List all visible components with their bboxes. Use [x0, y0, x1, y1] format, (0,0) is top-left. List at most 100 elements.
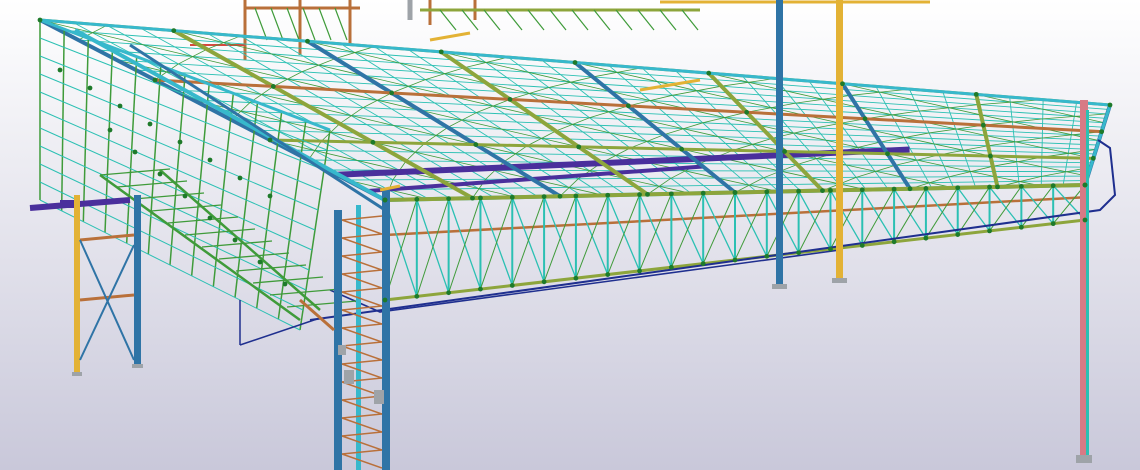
connection-node — [995, 184, 1000, 190]
connection-node — [509, 194, 515, 200]
connection-node — [796, 188, 802, 194]
tower-column[interactable] — [382, 190, 390, 470]
connection-node — [414, 293, 420, 299]
connection-node — [37, 17, 43, 23]
connection-node — [389, 90, 395, 96]
structure-3d-view[interactable] — [0, 0, 1140, 470]
column-orange[interactable] — [836, 0, 843, 282]
connection-node — [182, 193, 188, 199]
connection-node — [576, 144, 582, 150]
connection-node — [744, 109, 750, 115]
column-orange[interactable] — [74, 195, 80, 375]
connection-node — [645, 191, 650, 197]
model-viewport[interactable] — [0, 0, 1140, 470]
connection-node — [509, 283, 515, 288]
connection-node — [382, 197, 388, 203]
connection-node — [1090, 155, 1096, 161]
connection-node — [107, 127, 113, 133]
connection-node — [157, 171, 163, 177]
connection-node — [987, 228, 992, 234]
connection-node — [764, 189, 770, 195]
base-plate[interactable] — [832, 278, 847, 283]
connection-node — [923, 186, 929, 191]
connection-node — [764, 253, 770, 259]
connection-node — [782, 149, 787, 154]
connection-node — [796, 250, 802, 256]
tower-plate[interactable] — [374, 390, 384, 404]
connection-node — [732, 190, 738, 195]
connection-node — [980, 122, 986, 128]
connection-node — [891, 239, 897, 245]
connection-node — [668, 264, 674, 270]
connection-node — [470, 195, 475, 201]
connection-node — [700, 190, 706, 196]
connection-node — [541, 194, 547, 199]
connection-node — [973, 91, 979, 97]
connection-node — [177, 139, 183, 145]
connection-node — [438, 49, 444, 55]
connection-node — [267, 137, 273, 143]
base-plate[interactable] — [772, 284, 787, 289]
connection-node — [732, 257, 738, 263]
tower-column[interactable] — [334, 210, 342, 470]
connection-node — [557, 193, 563, 199]
connection-node — [1050, 183, 1056, 189]
connection-node — [147, 121, 153, 127]
connection-node — [478, 195, 483, 201]
base-plate[interactable] — [72, 372, 82, 376]
connection-node — [828, 188, 833, 193]
connection-node — [572, 60, 578, 65]
tower-plate[interactable] — [344, 370, 354, 384]
connection-node — [478, 286, 483, 292]
connection-node — [414, 196, 420, 202]
connection-node — [270, 84, 276, 89]
base-plate[interactable] — [1076, 455, 1092, 463]
connection-node — [117, 103, 123, 109]
connection-node — [679, 146, 685, 152]
connection-node — [267, 193, 273, 199]
connection-node — [1018, 183, 1024, 189]
connection-node — [370, 139, 376, 145]
connection-node — [1050, 221, 1056, 227]
connection-node — [605, 272, 611, 277]
connection-node — [859, 243, 865, 248]
connection-node — [840, 81, 845, 87]
connection-node — [907, 186, 913, 192]
connection-node — [1099, 129, 1105, 135]
connection-node — [955, 185, 961, 191]
connection-node — [706, 70, 712, 76]
column-blue[interactable] — [776, 0, 783, 288]
column-pink-flange[interactable] — [1086, 110, 1089, 460]
connection-node — [1018, 224, 1024, 230]
connection-node — [1082, 182, 1088, 188]
connection-node — [859, 187, 865, 193]
connection-node — [820, 188, 825, 194]
connection-node — [446, 290, 452, 296]
connection-node — [232, 237, 238, 243]
connection-node — [625, 103, 631, 109]
connection-node — [700, 261, 706, 267]
tower-plate[interactable] — [338, 345, 346, 355]
connection-node — [637, 192, 642, 197]
connection-node — [885, 151, 890, 157]
base-plate[interactable] — [132, 364, 143, 368]
connection-node — [207, 215, 213, 221]
connection-node — [1082, 217, 1088, 223]
connection-node — [382, 297, 388, 303]
connection-node — [891, 186, 897, 192]
connection-node — [955, 232, 961, 237]
connection-node — [473, 142, 479, 147]
connection-node — [988, 153, 993, 159]
connection-node — [257, 259, 263, 265]
column-blue[interactable] — [134, 195, 141, 367]
connection-node — [282, 281, 288, 287]
connection-node — [507, 96, 513, 102]
connection-node — [923, 235, 929, 241]
connection-node — [541, 279, 547, 285]
connection-node — [237, 175, 243, 181]
connection-node — [1107, 102, 1113, 108]
connection-node — [573, 193, 579, 199]
connection-node — [637, 268, 642, 274]
connection-node — [305, 38, 310, 44]
connection-node — [152, 77, 158, 83]
